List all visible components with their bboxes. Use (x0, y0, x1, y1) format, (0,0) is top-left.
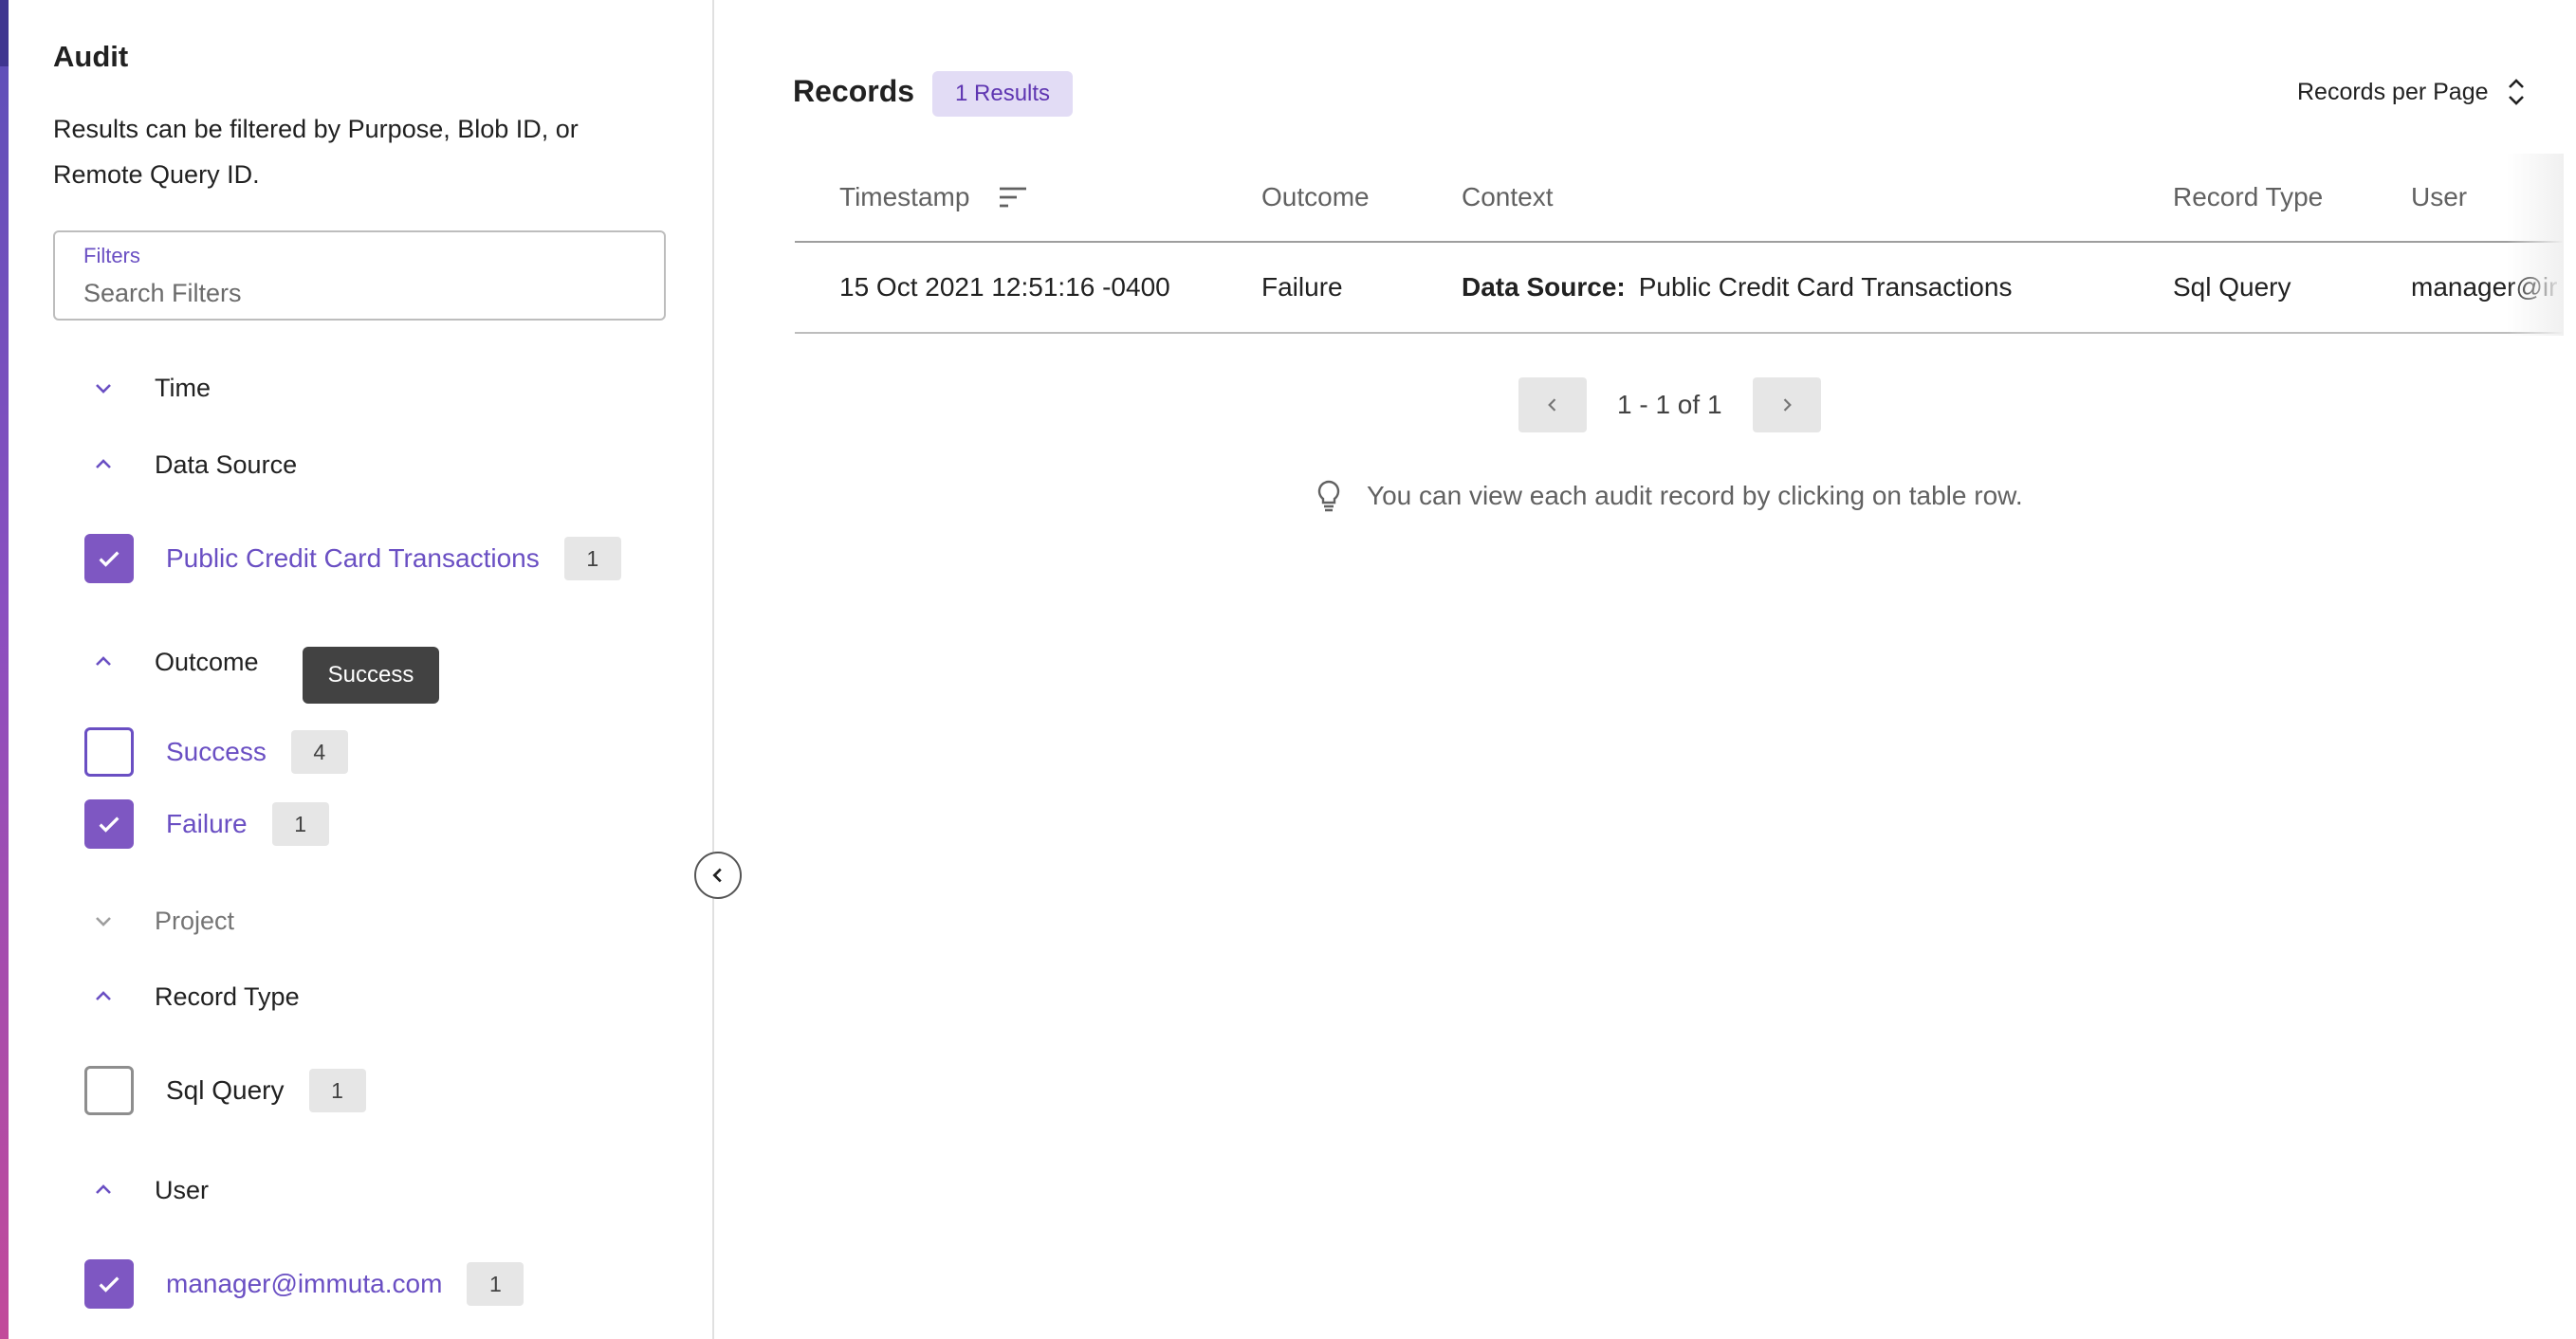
count-badge: 4 (290, 730, 348, 774)
chevron-right-icon (1783, 398, 1792, 412)
records-per-page-button[interactable]: Records per Page (2297, 76, 2527, 108)
section-title: Data Source (155, 449, 298, 479)
chevron-down-icon (86, 904, 120, 938)
checkbox[interactable] (84, 799, 134, 849)
column-header-context[interactable]: Context (1462, 154, 1554, 241)
lightbulb-icon (1317, 480, 1340, 512)
section-title: Record Type (155, 981, 300, 1011)
chevron-up-icon (86, 448, 120, 482)
chevron-left-icon (1548, 398, 1556, 412)
prev-page-button[interactable] (1518, 377, 1587, 432)
checkbox[interactable] (84, 534, 134, 583)
column-header-record-type[interactable]: Record Type (2173, 154, 2323, 241)
section-record-type[interactable]: Record Type (86, 973, 300, 1020)
section-title: Time (155, 373, 211, 402)
chevron-up-icon (86, 980, 120, 1014)
section-user[interactable]: User (86, 1166, 209, 1214)
count-badge: 1 (467, 1262, 524, 1306)
column-header-user[interactable]: User (2411, 154, 2467, 241)
option-sql-query[interactable]: Sql Query 1 (84, 1064, 366, 1117)
filter-search-input[interactable] (83, 274, 634, 312)
column-header-label: Timestamp (839, 182, 970, 211)
pagination: 1 - 1 of 1 (1518, 377, 1821, 432)
sidebar-title: Audit (53, 40, 129, 73)
count-badge: 1 (271, 802, 329, 846)
checkbox[interactable] (84, 727, 134, 777)
chevron-down-icon (86, 371, 120, 405)
results-badge: 1 Results (932, 71, 1074, 117)
app-nav-strip (0, 0, 9, 1339)
chevron-up-icon (86, 1173, 120, 1207)
pagination-text: 1 - 1 of 1 (1617, 390, 1722, 419)
checkbox[interactable] (84, 1066, 134, 1115)
hint-text: You can view each audit record by clicki… (1367, 481, 2023, 510)
option-label: Public Credit Card Transactions (166, 543, 540, 573)
tooltip: Success (303, 647, 439, 704)
scroll-fade (2507, 154, 2564, 336)
records-per-page-label: Records per Page (2297, 78, 2489, 105)
cell-timestamp: 15 Oct 2021 12:51:16 -0400 (839, 272, 1170, 302)
check-icon (99, 551, 120, 567)
checkbox[interactable] (84, 1259, 134, 1309)
page-title: Records (793, 74, 915, 108)
option-label: Sql Query (166, 1075, 285, 1105)
count-badge: 1 (308, 1069, 366, 1112)
cell-record-type: Sql Query (2173, 272, 2291, 302)
sidebar-description: Results can be filtered by Purpose, Blob… (53, 115, 579, 189)
filter-sidebar: Audit Results can be filtered by Purpose… (9, 0, 713, 1339)
section-title: Outcome (155, 647, 259, 676)
option-label: manager@immuta.com (166, 1269, 443, 1298)
option-success[interactable]: Success 4 (84, 725, 348, 779)
section-data-source[interactable]: Data Source (86, 441, 297, 488)
check-icon (99, 1276, 120, 1293)
hint-message: You can view each audit record by clicki… (1316, 479, 2023, 513)
filter-search-field[interactable]: Filters (53, 230, 666, 321)
section-time[interactable]: Time (86, 364, 211, 412)
section-title: Project (155, 906, 235, 935)
option-failure[interactable]: Failure 1 (84, 798, 329, 851)
table-row[interactable]: 15 Oct 2021 12:51:16 -0400 Failure Data … (795, 243, 2564, 334)
option-manager-immuta[interactable]: manager@immuta.com 1 (84, 1257, 524, 1311)
option-label: Success (166, 737, 267, 766)
context-value: Public Credit Card Transactions (1638, 272, 2013, 302)
check-icon (99, 816, 120, 833)
unfold-icon (2508, 79, 2524, 105)
column-header-outcome[interactable]: Outcome (1261, 154, 1370, 241)
context-key: Data Source: (1462, 272, 1626, 302)
cell-outcome: Failure (1261, 272, 1343, 302)
records-panel: Records 1 Results Records per Page Times… (714, 0, 2576, 1339)
next-page-button[interactable] (1752, 377, 1821, 432)
count-badge: 1 (563, 537, 621, 580)
option-public-credit-card-transactions[interactable]: Public Credit Card Transactions 1 (84, 532, 621, 585)
active-nav-tab (0, 0, 9, 66)
column-header-timestamp[interactable]: Timestamp (839, 154, 1028, 241)
filter-search-label: Filters (83, 244, 140, 267)
option-label: Failure (166, 809, 248, 838)
sort-lines-icon[interactable] (998, 185, 1028, 210)
section-project[interactable]: Project (86, 897, 234, 945)
cell-context: Data Source: Public Credit Card Transact… (1462, 243, 2012, 332)
table-header: Timestamp Outcome Context Record Type Us… (795, 154, 2564, 243)
section-title: User (155, 1175, 210, 1204)
records-table: Timestamp Outcome Context Record Type Us… (795, 154, 2564, 336)
chevron-up-icon (86, 645, 120, 679)
section-outcome[interactable]: Outcome (86, 638, 259, 686)
